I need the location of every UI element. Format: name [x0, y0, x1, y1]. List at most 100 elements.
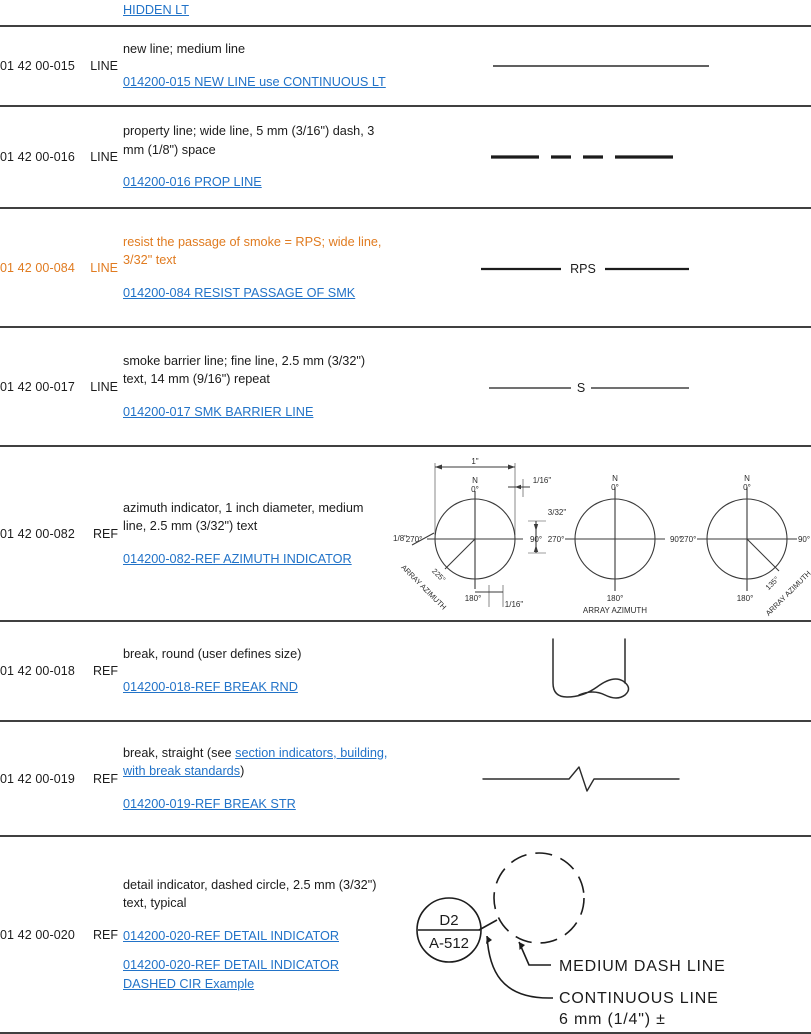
- table-row: 01 42 00-020 REF detail indicator, dashe…: [0, 836, 811, 1034]
- description-text: resist the passage of smoke = RPS; wide …: [123, 234, 382, 268]
- standard-link[interactable]: 014200-019-REF BREAK STR: [123, 797, 296, 811]
- rps-line-svg: RPS: [480, 262, 689, 276]
- cell-description: break, straight (see section indicators,…: [123, 721, 390, 837]
- cell-graphic: RPS: [390, 208, 811, 328]
- cell-description-partial: HIDDEN LT: [123, 0, 390, 27]
- code-type: REF: [93, 927, 118, 942]
- graphic-azimuth-indicators: 1" 1/16" 3/32" 1/16" 1/8" N 0° 270° 90° …: [390, 449, 811, 619]
- description-text: break, straight (see section indicators,…: [123, 744, 390, 781]
- code-number: 01 42 00-082: [0, 526, 75, 541]
- azimuth-south-2: 180°: [607, 594, 624, 603]
- table-row: 01 42 00-084 LINE resist the passage of …: [0, 208, 811, 328]
- description-text: smoke barrier line; fine line, 2.5 mm (3…: [123, 353, 366, 387]
- description-tail: ): [240, 764, 245, 779]
- azimuth-east-3: 90°: [798, 535, 810, 544]
- standard-link[interactable]: 014200-082-REF AZIMUTH INDICATOR: [123, 552, 352, 566]
- description-text: break, round (user defines size): [123, 647, 302, 662]
- code-type: LINE: [90, 59, 118, 73]
- smoke-barrier-svg: S: [488, 381, 689, 395]
- detail-indicator-svg: D2 A-512 MEDIUM DASH LINE CONTINUOUS LIN…: [415, 851, 726, 1028]
- smoke-barrier-label: S: [576, 381, 584, 395]
- property-line-svg: [490, 155, 673, 159]
- cell-description: new line; medium line 014200-015 NEW LIN…: [123, 26, 390, 107]
- cell-code: 01 42 00-084 LINE: [0, 208, 123, 328]
- callout-continuous-2: 6 mm (1/4") ±: [559, 1011, 666, 1028]
- azimuth-zero-2: 0°: [611, 483, 619, 492]
- standard-link[interactable]: 014200-084 RESIST PASSAGE OF SMK: [123, 286, 355, 300]
- cell-graphic: S: [390, 327, 811, 447]
- code-type: REF: [93, 771, 118, 786]
- azimuth-angle-3: 135°: [764, 574, 781, 591]
- cell-description: break, round (user defines size) 014200-…: [123, 621, 390, 722]
- graphic-smoke-barrier-line: S: [390, 374, 811, 400]
- callout-medium-dash: MEDIUM DASH LINE: [559, 958, 726, 975]
- standards-table: HIDDEN LT 01 42 00-015 LINE new line; me…: [0, 0, 811, 1034]
- table-row: 01 42 00-017 LINE smoke barrier line; fi…: [0, 327, 811, 447]
- arrowhead-continuous: [485, 935, 492, 944]
- link-hidden-lt[interactable]: HIDDEN LT: [123, 3, 189, 17]
- azimuth-south-1: 180°: [465, 594, 482, 603]
- azimuth-dim-tick-right: 3/32": [548, 508, 567, 517]
- detail-bubble-bottom: A-512: [428, 935, 468, 952]
- azimuth-west-3: 270°: [680, 535, 697, 544]
- azimuth-dim-tick-top: 1/16": [533, 476, 552, 485]
- cell-code: 01 42 00-019 REF: [0, 721, 123, 837]
- cell-code: 01 42 00-016 LINE: [0, 106, 123, 209]
- standard-link[interactable]: 014200-016 PROP LINE: [123, 175, 262, 189]
- description-lead: break, straight (see: [123, 745, 236, 760]
- graphic-break-straight: [390, 759, 811, 799]
- cell-graphic: [390, 621, 811, 722]
- table-row: 01 42 00-016 LINE property line; wide li…: [0, 106, 811, 209]
- azimuth-west-2: 270°: [548, 535, 565, 544]
- standard-link[interactable]: 014200-020-REF DETAIL INDICATOR: [123, 929, 339, 943]
- rps-label: RPS: [570, 262, 596, 276]
- code-number: 01 42 00-084: [0, 260, 75, 275]
- cell-code: 01 42 00-020 REF: [0, 836, 123, 1034]
- cell-description: property line; wide line, 5 mm (3/16") d…: [123, 106, 390, 209]
- azimuth-array-label-2: ARRAY AZIMUTH: [583, 606, 647, 615]
- standard-link-example[interactable]: 014200-020-REF DETAIL INDICATOR DASHED C…: [123, 958, 339, 991]
- standard-link[interactable]: 014200-018-REF BREAK RND: [123, 680, 298, 694]
- line-type-standards-sheet: HIDDEN LT 01 42 00-015 LINE new line; me…: [0, 0, 811, 1034]
- code-number: 01 42 00-020: [0, 927, 75, 942]
- code-number: 01 42 00-017: [0, 379, 75, 394]
- azimuth-zero-1: 0°: [471, 485, 479, 494]
- cell-graphic: D2 A-512 MEDIUM DASH LINE CONTINUOUS LIN…: [390, 836, 811, 1034]
- continuous-line-svg: [492, 65, 709, 67]
- table-row: 01 42 00-019 REF break, straight (see se…: [0, 721, 811, 837]
- code-number: 01 42 00-016: [0, 150, 75, 164]
- cell-code: 01 42 00-082 REF: [0, 446, 123, 622]
- code-number: 01 42 00-015: [0, 59, 75, 73]
- azimuth-south-3: 180°: [737, 594, 754, 603]
- cell-code-partial: [0, 0, 123, 27]
- cell-graphic-partial: [390, 0, 811, 27]
- graphic-break-round: [390, 633, 811, 709]
- graphic-property-dashed-line: [390, 145, 811, 169]
- code-type: REF: [93, 664, 118, 678]
- cell-description: resist the passage of smoke = RPS; wide …: [123, 208, 390, 328]
- code-type: LINE: [90, 260, 118, 275]
- graphic-continuous-line: [390, 54, 811, 78]
- table-row: 01 42 00-018 REF break, round (user defi…: [0, 621, 811, 722]
- azimuth-dim-tick-bottom: 1/16": [505, 600, 524, 609]
- azimuth-svg: 1" 1/16" 3/32" 1/16" 1/8" N 0° 270° 90° …: [393, 457, 811, 618]
- cell-description: detail indicator, dashed circle, 2.5 mm …: [123, 836, 390, 1034]
- detail-dashed-circle: [492, 851, 585, 944]
- table-row-partial-top: HIDDEN LT: [0, 0, 811, 27]
- code-type: REF: [93, 526, 118, 541]
- cell-code: 01 42 00-017 LINE: [0, 327, 123, 447]
- detail-bubble-top: D2: [439, 912, 458, 929]
- table-row: 01 42 00-082 REF azimuth indicator, 1 in…: [0, 446, 811, 622]
- standard-link[interactable]: 014200-015 NEW LINE use CONTINUOUS LT: [123, 75, 386, 89]
- graphic-rps-line: RPS: [390, 255, 811, 281]
- azimuth-dim-width: 1": [471, 457, 478, 466]
- table-row: 01 42 00-015 LINE new line; medium line …: [0, 26, 811, 107]
- cell-graphic: [390, 26, 811, 107]
- description-text: detail indicator, dashed circle, 2.5 mm …: [123, 877, 377, 911]
- graphic-detail-indicator: D2 A-512 MEDIUM DASH LINE CONTINUOUS LIN…: [390, 840, 811, 1030]
- standard-link[interactable]: 014200-017 SMK BARRIER LINE: [123, 405, 313, 419]
- azimuth-array-label-3: ARRAY AZIMUTH: [764, 568, 811, 617]
- code-type: LINE: [90, 379, 118, 394]
- description-text: new line; medium line: [123, 42, 245, 57]
- callout-continuous-1: CONTINUOUS LINE: [559, 990, 719, 1007]
